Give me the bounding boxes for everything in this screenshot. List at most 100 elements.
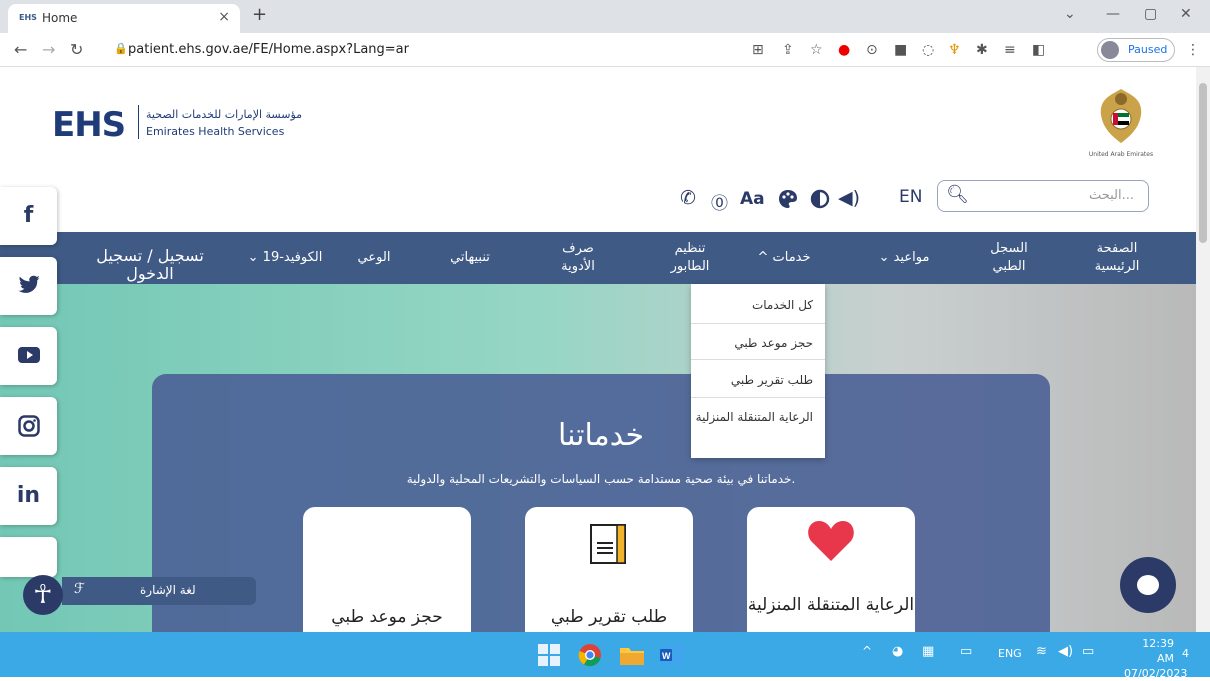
tray-overflow-icon[interactable]: ^ [862,644,872,658]
scrollbar-thumb[interactable] [1199,83,1207,243]
notification-count[interactable]: 4 [1182,647,1189,660]
menu-item-all-services[interactable]: كل الخدمات [691,284,825,324]
taskbar-clock[interactable]: 12:39 AM 07/02/2023 [1124,636,1188,681]
ear-icon: ℱ [74,581,86,597]
translate-icon[interactable]: ⊞ [752,42,764,58]
services-title: خدماتنا [557,418,645,453]
web-page: EHS مؤسسة الإمارات للخدمات الصحية Emirat… [0,67,1196,632]
facebook-icon: f [23,203,34,228]
phone-icon[interactable]: ✆ [680,187,696,209]
browser-tab[interactable]: EHS Home × [8,4,240,33]
ehs-logo[interactable]: EHS [52,105,126,145]
nav-awareness[interactable]: الوعي [344,249,404,267]
nav-services-label: خدمات [772,250,811,265]
service-card-medical-report[interactable]: طلب تقرير طبي [525,507,693,632]
reload-icon[interactable]: ↻ [70,40,83,59]
tray-app-icon[interactable]: ◕ [892,644,903,659]
nav-dispensing[interactable]: صرف الأدوية [548,240,608,276]
chrome-icon[interactable] [578,643,602,667]
nav-login[interactable]: تسجيل / تسجيل الدخول [70,247,230,283]
browser-menu-icon[interactable]: ⋮ [1186,42,1200,58]
opera-extension-icon[interactable]: ● [838,42,850,58]
extension-icon[interactable]: ♆ [948,42,961,58]
page-scrollbar[interactable] [1196,67,1210,632]
bookmark-star-icon[interactable]: ☆ [810,42,823,58]
menu-item-home-care[interactable]: الرعاية المتنقلة المنزلية [691,398,825,458]
file-explorer-icon[interactable] [620,645,644,665]
nav-medical-record[interactable]: السجل الطبي [976,240,1042,276]
services-subtitle: خدماتنا في بيئة صحية مستدامة حسب السياسا… [406,472,796,486]
selenium-extension-icon[interactable]: ■ [894,42,907,58]
ehs-favicon-icon: EHS [19,13,37,22]
menu-item-medical-report[interactable]: طلب تقرير طبي [691,360,825,398]
twitter-link[interactable] [0,257,57,315]
restore-icon[interactable]: ▢ [1144,6,1157,22]
close-tab-icon[interactable]: × [218,9,230,25]
search-icon[interactable]: 🔍︎ [946,184,969,205]
main-navigation: الصفحة الرئيسية السجل الطبي ⌄ مواعيد ^ خ… [0,232,1196,284]
address-toolbar: ← → ↻ 🔒 patient.ehs.gov.ae/FE/Home.aspx?… [0,33,1210,67]
volume-icon[interactable]: ◀) [1058,644,1073,659]
url-text: patient.ehs.gov.ae/FE/Home.aspx?Lang=ar [128,42,409,57]
menu-item-book-appointment[interactable]: حجز موعد طبي [691,324,825,360]
chat-button[interactable] [1120,557,1176,613]
nav-home[interactable]: الصفحة الرئيسية [1078,240,1156,276]
nav-appointments-label: مواعيد [893,250,930,265]
nav-covid-label: الكوفيد-19 [262,250,323,265]
tab-title: Home [42,11,78,25]
tray-keyboard-icon[interactable]: ▦ [922,644,934,659]
side-panel-icon[interactable]: ◧ [1032,42,1045,58]
sign-language-bar[interactable]: ℱ لغة الإشارة [62,577,256,605]
service-card-appointment[interactable]: حجز موعد طبي [303,507,471,632]
extension-icon[interactable]: ◌ [922,42,934,58]
svg-text:W: W [662,651,671,661]
service-card-home-care[interactable]: الرعاية المتنقلة المنزلية [747,507,915,632]
close-window-icon[interactable]: ✕ [1180,6,1192,22]
forward-icon[interactable]: → [42,40,55,59]
battery-icon[interactable]: ▭ [1082,644,1094,659]
help-icon[interactable]: ⓪ [711,189,728,214]
nav-appointments[interactable]: ⌄ مواعيد [868,249,940,267]
social-item-partial[interactable] [0,537,57,577]
wifi-icon[interactable]: ≋ [1036,644,1047,659]
service-card-label: حجز موعد طبي [331,607,443,627]
new-tab-button[interactable]: + [252,4,267,25]
chat-bubble-icon [1137,575,1159,595]
services-dropdown-menu: كل الخدمات حجز موعد طبي طلب تقرير طبي ال… [691,284,825,458]
clock-date: 07/02/2023 [1124,667,1188,680]
nav-services[interactable]: ^ خدمات [744,249,824,267]
youtube-link[interactable] [0,327,57,385]
heart-icon [808,521,854,561]
profile-status: Paused [1128,43,1168,56]
windows-start-icon[interactable] [538,644,560,666]
nav-covid[interactable]: ⌄ الكوفيد-19 [230,249,340,267]
linkedin-link[interactable]: in [0,467,57,525]
audio-icon[interactable]: ◀︎) [838,187,860,209]
extension-icon[interactable]: ⊙ [866,42,878,58]
share-icon[interactable]: ⇪ [782,42,794,58]
contrast-icon[interactable] [810,189,830,209]
font-size-icon[interactable]: Aa [740,189,765,209]
chevron-down-icon: ⌄ [878,250,894,265]
minimize-icon[interactable]: — [1106,6,1120,22]
word-icon[interactable]: W [660,644,684,666]
nav-alerts[interactable]: تنبيهاتي [436,249,504,267]
accessibility-icon[interactable]: ☥ [23,575,63,615]
input-language[interactable]: ENG [998,647,1022,660]
address-bar[interactable]: 🔒 patient.ehs.gov.ae/FE/Home.aspx?Lang=a… [104,38,744,62]
tab-search-icon[interactable]: ⌄ [1064,6,1076,22]
tray-display-icon[interactable]: ▭ [960,644,972,659]
browser-tab-strip: EHS Home × + ⌄ — ▢ ✕ [0,0,1210,33]
language-switch-link[interactable]: EN [899,187,922,207]
back-icon[interactable]: ← [14,40,27,59]
facebook-link[interactable]: f [0,187,57,245]
reading-list-icon[interactable]: ≡ [1004,42,1016,58]
palette-icon[interactable] [778,189,798,209]
sign-language-label: لغة الإشارة [140,583,196,597]
logo-divider [138,105,139,139]
instagram-link[interactable] [0,397,57,455]
nav-queue[interactable]: تنظيم الطابور [660,240,720,276]
search-input[interactable]: 🔍︎ البحث... [937,180,1149,212]
profile-button[interactable]: Paused [1097,38,1175,62]
extensions-puzzle-icon[interactable]: ✱ [976,42,988,58]
